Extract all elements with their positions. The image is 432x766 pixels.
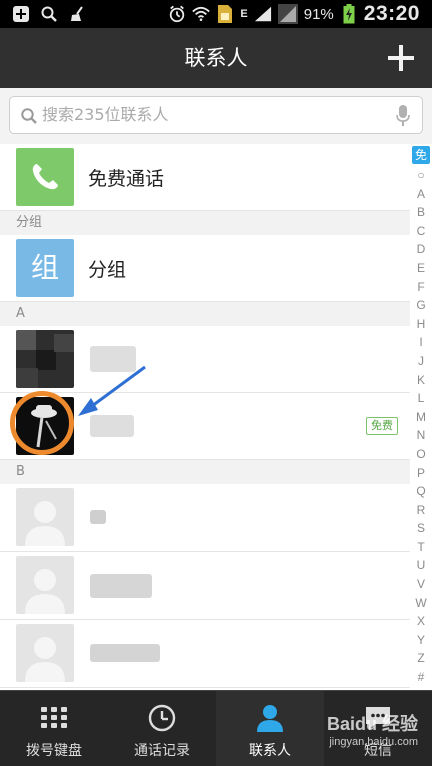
clock-icon (147, 703, 177, 733)
plus-icon[interactable] (386, 43, 416, 73)
contact-name-redacted (90, 574, 152, 598)
index-letter[interactable]: H (417, 315, 426, 334)
contact-avatar-highlighted (10, 391, 74, 455)
signal-icon (254, 5, 272, 23)
clock-time: 23:20 (363, 2, 420, 25)
alphabet-index[interactable]: 免 ○ A B C D E F G H I J K L M N O P Q R … (410, 146, 432, 690)
index-letter[interactable]: V (417, 575, 425, 594)
index-letter[interactable]: A (417, 185, 425, 204)
wifi-icon (192, 5, 211, 23)
tab-contacts[interactable]: 联系人 (216, 691, 324, 766)
index-letter[interactable]: U (417, 556, 426, 575)
free-call-badge: 免费 (366, 417, 398, 435)
contact-name-redacted (90, 510, 106, 524)
free-call-avatar (16, 148, 74, 206)
index-letter[interactable]: X (417, 612, 425, 631)
add-box-icon (12, 5, 30, 23)
status-bar: E 91% 23:20 (0, 0, 432, 28)
contact-row[interactable] (0, 552, 410, 620)
index-letter[interactable]: S (417, 519, 425, 538)
index-letter[interactable]: N (417, 426, 426, 445)
watermark-brand: Baidu 经验 (326, 714, 418, 734)
index-letter[interactable]: Y (417, 631, 425, 650)
signal-icon-secondary (277, 4, 298, 24)
contact-avatar (16, 330, 74, 388)
highlight-ring (10, 391, 74, 455)
index-letter[interactable]: T (417, 538, 424, 557)
index-letter[interactable]: J (418, 352, 424, 371)
group-avatar: 组 (16, 239, 74, 297)
index-letter[interactable]: K (417, 371, 425, 390)
index-letter[interactable]: E (417, 259, 425, 278)
contact-row-highlighted[interactable]: 免费 (0, 391, 410, 460)
contact-row[interactable] (0, 620, 410, 688)
network-type-label: E (240, 8, 248, 20)
watermark: Baidu 经验 jingyan.baidu.com (327, 710, 418, 748)
search-bar: 搜索235位联系人 (0, 88, 432, 144)
index-letter[interactable]: ○ (417, 166, 424, 185)
index-letter[interactable]: F (417, 278, 424, 297)
phone-icon (29, 161, 61, 197)
section-header-a: A (0, 302, 410, 326)
search-icon (40, 5, 58, 23)
search-icon (20, 107, 38, 125)
header: 联系人 (0, 28, 432, 89)
contact-name-redacted (90, 644, 160, 662)
dialpad-icon (39, 703, 69, 733)
alarm-icon (168, 5, 186, 23)
index-letter[interactable]: D (417, 240, 426, 259)
battery-icon (340, 4, 358, 24)
battery-percent: 91% (303, 5, 334, 23)
index-letter[interactable]: W (415, 594, 426, 613)
index-letter[interactable]: M (416, 408, 426, 427)
section-header-groups: 分组 (0, 211, 410, 235)
tab-label: 通话记录 (134, 743, 190, 759)
index-letter[interactable]: O (416, 445, 425, 464)
tab-dialpad[interactable]: 拨号键盘 (0, 691, 108, 766)
groups-label: 分组 (88, 259, 127, 281)
index-letter[interactable]: G (416, 296, 425, 315)
groups-row[interactable]: 组 分组 (0, 235, 410, 302)
index-letter[interactable]: P (417, 464, 425, 483)
mic-icon[interactable] (396, 105, 410, 127)
broom-icon (68, 5, 86, 23)
section-header-b: B (0, 460, 410, 484)
index-letter[interactable]: # (418, 668, 425, 687)
free-call-label: 免费通话 (88, 168, 165, 190)
index-letter[interactable]: Q (416, 482, 425, 501)
watermark-url: jingyan.baidu.com (329, 736, 418, 748)
index-letter[interactable]: L (418, 389, 425, 408)
index-letter[interactable]: R (417, 501, 426, 520)
default-avatar (16, 488, 74, 546)
tab-label: 联系人 (249, 743, 291, 759)
group-avatar-char: 组 (30, 251, 59, 284)
contact-name-redacted (90, 415, 134, 437)
tab-call-log[interactable]: 通话记录 (108, 691, 216, 766)
sim-card-icon (216, 5, 234, 23)
index-letter[interactable]: B (417, 203, 425, 222)
index-letter[interactable]: Z (417, 649, 424, 668)
contact-row[interactable] (0, 326, 410, 393)
free-call-row[interactable]: 免费通话 (0, 144, 410, 211)
index-free[interactable]: 免 (412, 146, 430, 164)
search-input[interactable]: 搜索235位联系人 (9, 96, 423, 134)
search-placeholder: 搜索235位联系人 (42, 105, 169, 124)
person-icon (255, 703, 285, 733)
index-letter[interactable]: C (417, 222, 426, 241)
contact-name-redacted (90, 346, 136, 372)
contact-row[interactable] (0, 484, 410, 552)
page-title: 联系人 (184, 46, 248, 70)
tab-label: 拨号键盘 (26, 743, 82, 759)
default-avatar (16, 624, 74, 682)
index-letter[interactable]: I (419, 333, 422, 352)
default-avatar (16, 556, 74, 614)
